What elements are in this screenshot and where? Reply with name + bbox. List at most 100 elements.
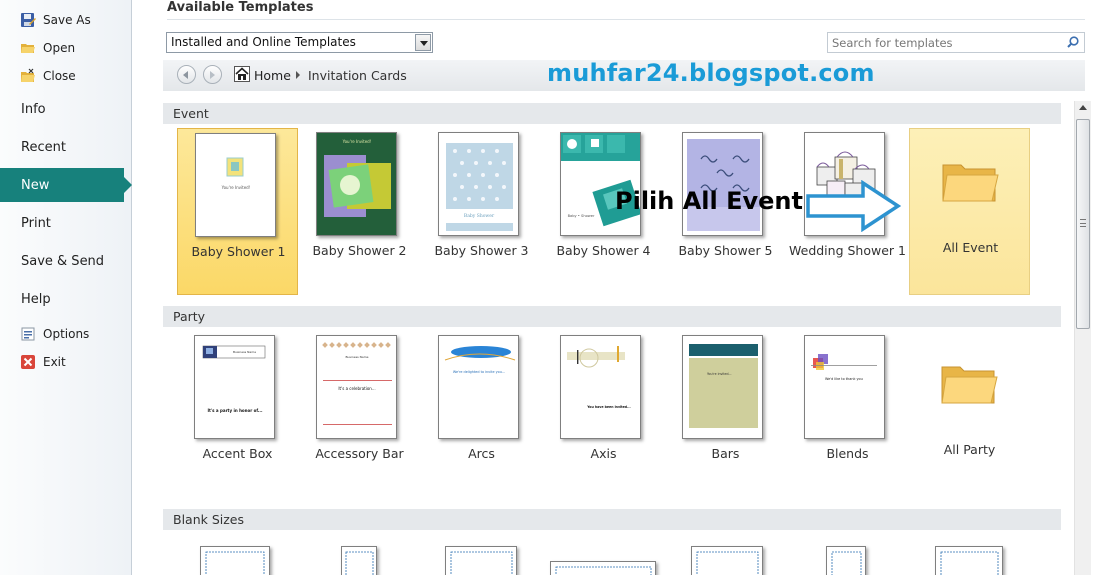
section-header-party: Party — [163, 306, 1061, 327]
scrollbar-thumb[interactable] — [1076, 119, 1090, 329]
title-divider — [167, 19, 1085, 20]
template-thumbnail: Business Name It's a party in honor of... — [194, 335, 275, 439]
template-thumbnail: We're delighted to invite you... — [438, 335, 519, 439]
options-command[interactable]: Options — [20, 323, 89, 345]
open-label: Open — [43, 41, 76, 55]
search-icon[interactable] — [1067, 36, 1079, 48]
blank-size-thumbnail[interactable] — [550, 561, 656, 575]
template-blends[interactable]: We'd like to thank you Blends — [787, 331, 908, 498]
scroll-up-arrow-icon[interactable] — [1079, 105, 1087, 110]
template-axis[interactable]: You have been invited... Axis — [543, 331, 664, 498]
search-placeholder: Search for templates — [832, 36, 953, 50]
template-thumbnail: You're Invited! — [316, 132, 397, 236]
breadcrumb-home[interactable]: Home — [254, 68, 291, 83]
folder-icon — [941, 366, 998, 404]
all-party-folder[interactable]: All Party — [909, 331, 1030, 498]
info-tab[interactable]: Info — [0, 92, 132, 126]
new-document-pane: Available Templates Installed and Online… — [132, 0, 1095, 575]
instruction-callout: Pilih All Event — [615, 187, 803, 215]
template-thumbnail: We'd like to thank you — [804, 335, 885, 439]
blank-size-thumbnail[interactable] — [935, 546, 1003, 575]
thumb-text: Baby • Shower — [568, 214, 595, 218]
thumb-text: We'd like to thank you — [825, 377, 863, 381]
breadcrumb-current: Invitation Cards — [308, 68, 407, 83]
options-icon — [20, 326, 36, 342]
save-send-tab[interactable]: Save & Send — [0, 244, 132, 278]
template-gallery: Event You're Invited! Baby Shower 1 You'… — [163, 101, 1073, 575]
template-accessory-bar[interactable]: Business Name It's a celebration... Acces… — [299, 331, 420, 498]
template-label: Baby Shower 4 — [556, 243, 651, 258]
template-thumbnail: Baby • Shower — [560, 132, 641, 236]
template-label: Blends — [826, 446, 869, 461]
gallery-scrollbar[interactable] — [1074, 101, 1091, 575]
save-as-label: Save As — [43, 13, 91, 27]
blank-size-thumbnail[interactable] — [200, 546, 270, 575]
template-baby-shower-2[interactable]: You're Invited! Baby Shower 2 — [299, 128, 420, 295]
new-tab[interactable]: New — [0, 168, 132, 202]
close-label: Close — [43, 69, 76, 83]
template-source-value: Installed and Online Templates — [171, 35, 356, 49]
backstage-sidebar: Save As Open Close Info Recent New Print… — [0, 0, 132, 575]
template-source-dropdown[interactable]: Installed and Online Templates — [166, 32, 433, 53]
all-party-label: All Party — [943, 442, 996, 457]
template-label: Bars — [711, 446, 740, 461]
template-accent-box[interactable]: Business Name It's a party in honor of...… — [177, 331, 298, 498]
template-label: Axis — [590, 446, 617, 461]
open-command[interactable]: Open — [20, 37, 75, 59]
available-templates-title: Available Templates — [167, 0, 314, 15]
template-thumbnail: You're Invited! — [195, 133, 276, 237]
template-arcs[interactable]: We're delighted to invite you... Arcs — [421, 331, 542, 498]
blank-size-thumbnail[interactable] — [826, 546, 866, 575]
thumb-text: It's a celebration... — [338, 386, 375, 391]
grip-icon — [1080, 219, 1086, 227]
breadcrumb-separator-icon — [296, 71, 300, 79]
template-label: Accent Box — [202, 446, 273, 461]
thumb-text: Business Name — [233, 350, 256, 354]
section-header-blank-sizes: Blank Sizes — [163, 509, 1061, 530]
save-as-icon — [20, 12, 36, 28]
print-tab[interactable]: Print — [0, 206, 132, 240]
right-arrow-icon — [806, 180, 901, 232]
template-label: Baby Shower 5 — [678, 243, 773, 258]
back-arrow-icon[interactable] — [177, 65, 196, 84]
section-header-event: Event — [163, 103, 1061, 124]
template-baby-shower-1[interactable]: You're Invited! Baby Shower 1 — [177, 128, 298, 295]
template-thumbnail: Baby Shower — [438, 132, 519, 236]
blank-size-thumbnail[interactable] — [341, 546, 377, 575]
exit-command[interactable]: Exit — [20, 351, 66, 373]
thumb-text: It's a party in honor of... — [208, 408, 263, 413]
thumb-text: We're delighted to invite you... — [453, 370, 505, 374]
template-thumbnail: You have been invited... — [560, 335, 641, 439]
open-folder-icon — [20, 40, 36, 56]
template-search-input[interactable]: Search for templates — [827, 32, 1085, 53]
template-label: Arcs — [468, 446, 495, 461]
template-bars[interactable]: You're invited... Bars — [665, 331, 786, 498]
template-baby-shower-3[interactable]: Baby Shower Baby Shower 3 — [421, 128, 542, 295]
thumb-text: You're Invited! — [342, 139, 372, 144]
blank-size-thumbnail[interactable] — [445, 546, 517, 575]
template-thumbnail: You're invited... — [682, 335, 763, 439]
template-label: Baby Shower 3 — [434, 243, 529, 258]
close-folder-icon — [20, 68, 36, 84]
thumb-text: Business Name — [345, 355, 368, 359]
close-command[interactable]: Close — [20, 65, 76, 87]
blank-size-thumbnail[interactable] — [691, 546, 763, 575]
template-thumbnail — [682, 132, 763, 236]
folder-icon — [942, 164, 999, 202]
all-event-label: All Event — [942, 240, 999, 255]
template-label: Accessory Bar — [315, 446, 404, 461]
options-label: Options — [43, 327, 90, 341]
home-icon[interactable] — [234, 66, 250, 82]
blog-watermark: muhfar24.blogspot.com — [547, 59, 875, 87]
template-label: Baby Shower 1 — [191, 244, 286, 259]
exit-icon — [20, 354, 36, 370]
save-as-command[interactable]: Save As — [20, 9, 91, 31]
thumb-text: You're invited... — [707, 372, 732, 376]
help-tab[interactable]: Help — [0, 282, 132, 316]
thumb-text: Baby Shower — [464, 213, 495, 219]
template-label: Baby Shower 2 — [312, 243, 407, 258]
recent-tab[interactable]: Recent — [0, 130, 132, 164]
forward-arrow-icon[interactable] — [203, 65, 222, 84]
all-event-folder[interactable]: All Event — [909, 128, 1030, 295]
chevron-down-icon[interactable] — [415, 34, 431, 51]
